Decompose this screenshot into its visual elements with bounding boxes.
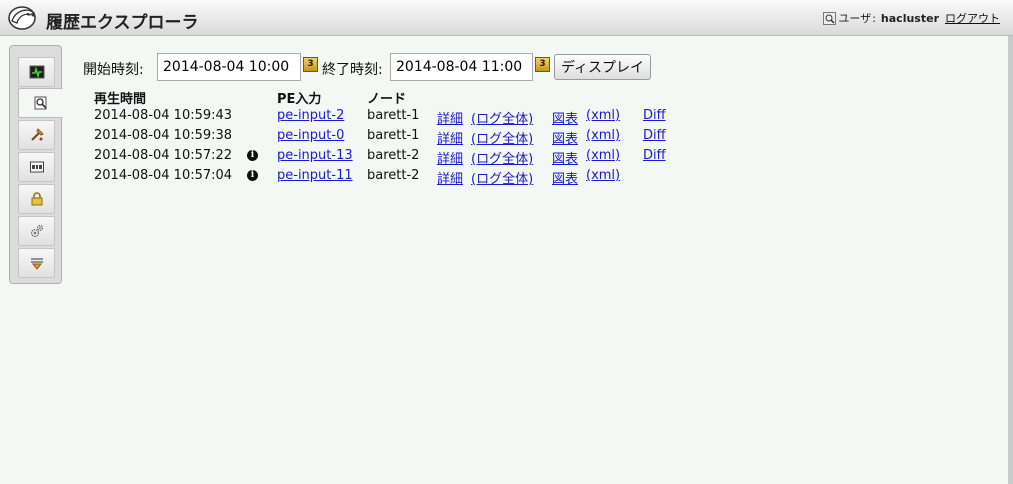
node-cell: barett-2 (367, 148, 420, 163)
pe-input-link[interactable]: pe-input-13 (277, 148, 353, 163)
details-link[interactable]: 詳細 (437, 128, 463, 147)
sidebar-tab-wizards[interactable] (18, 248, 55, 278)
node-cell: barett-2 (367, 168, 420, 183)
sidebar-tab-access[interactable] (18, 184, 55, 214)
details-link[interactable]: 詳細 (437, 168, 463, 187)
full-log-link[interactable]: (ログ全体) (471, 168, 533, 187)
xml-link[interactable]: (xml) (586, 168, 620, 183)
table-row: 2014-08-04 10:59:38 pe-input-0 barett-1 詳細 (… (0, 128, 700, 148)
pe-input-link[interactable]: pe-input-0 (277, 128, 344, 143)
graph-link[interactable]: 図表 (552, 128, 578, 147)
node-cell: barett-1 (367, 108, 420, 123)
configuration-icon (30, 225, 43, 237)
diff-link[interactable]: Diff (643, 128, 666, 143)
diff-link[interactable]: Diff (643, 108, 666, 123)
time-cell: 2014-08-04 10:59:43 (94, 108, 233, 123)
column-header-time: 再生時間 (94, 92, 147, 107)
access-control-icon (31, 192, 42, 206)
end-time-label: 終了時刻: (322, 62, 383, 78)
display-button[interactable]: ディスプレイ (554, 54, 652, 80)
info-icon[interactable]: i (247, 170, 258, 181)
page-title: 履歴エクスプローラ (46, 13, 199, 33)
user-label: ユーザ (838, 12, 872, 25)
full-log-link[interactable]: (ログ全体) (471, 128, 533, 147)
info-icon[interactable]: i (247, 150, 258, 161)
time-cell: 2014-08-04 10:57:22 (94, 148, 233, 163)
hawk-logo-icon (8, 6, 36, 30)
logout-link[interactable]: ログアウト (945, 10, 1000, 26)
pe-input-link[interactable]: pe-input-11 (277, 168, 353, 183)
xml-link[interactable]: (xml) (586, 148, 620, 163)
graph-link[interactable]: 図表 (552, 148, 578, 167)
status-icon (29, 65, 44, 79)
end-calendar-icon[interactable]: 3 (535, 57, 550, 72)
full-log-link[interactable]: (ログ全体) (471, 108, 533, 127)
graph-link[interactable]: 図表 (552, 168, 578, 187)
details-link[interactable]: 詳細 (437, 108, 463, 127)
username: hacluster (880, 11, 939, 25)
node-cell: barett-1 (367, 128, 420, 143)
pe-input-link[interactable]: pe-input-2 (277, 108, 344, 123)
time-cell: 2014-08-04 10:57:04 (94, 168, 233, 183)
graph-link[interactable]: 図表 (552, 108, 578, 127)
time-cell: 2014-08-04 10:59:38 (94, 128, 233, 143)
table-row: 2014-08-04 10:57:04 pe-input-11 barett-2 詳細… (0, 168, 700, 188)
start-time-label: 開始時刻: (83, 62, 144, 78)
column-header-pe-input: PE入力 (277, 92, 322, 107)
start-time-input[interactable] (157, 53, 301, 81)
table-row: 2014-08-04 10:57:22 pe-input-13 barett-2 詳細… (0, 148, 700, 168)
scrollbar-edge (1008, 36, 1013, 484)
user-icon (823, 11, 837, 25)
full-log-link[interactable]: (ログ全体) (471, 148, 533, 167)
end-time-input[interactable] (390, 53, 533, 81)
xml-link[interactable]: (xml) (586, 128, 620, 143)
diff-link[interactable]: Diff (643, 148, 666, 163)
wizards-icon (30, 258, 43, 270)
details-link[interactable]: 詳細 (437, 148, 463, 167)
column-header-node: ノード (367, 92, 407, 107)
sidebar-tab-status[interactable] (18, 57, 55, 87)
sidebar-tab-config[interactable] (18, 216, 55, 246)
user-area: ユーザ: hacluster ログアウト (823, 10, 1000, 26)
xml-link[interactable]: (xml) (586, 108, 620, 123)
table-row: 2014-08-04 10:59:43 pe-input-2 barett-1 詳細 (… (0, 108, 700, 128)
start-calendar-icon[interactable]: 3 (303, 57, 318, 72)
app-header: 履歴エクスプローラ ユーザ: hacluster ログアウト (0, 0, 1013, 36)
user-separator: : (872, 11, 876, 25)
